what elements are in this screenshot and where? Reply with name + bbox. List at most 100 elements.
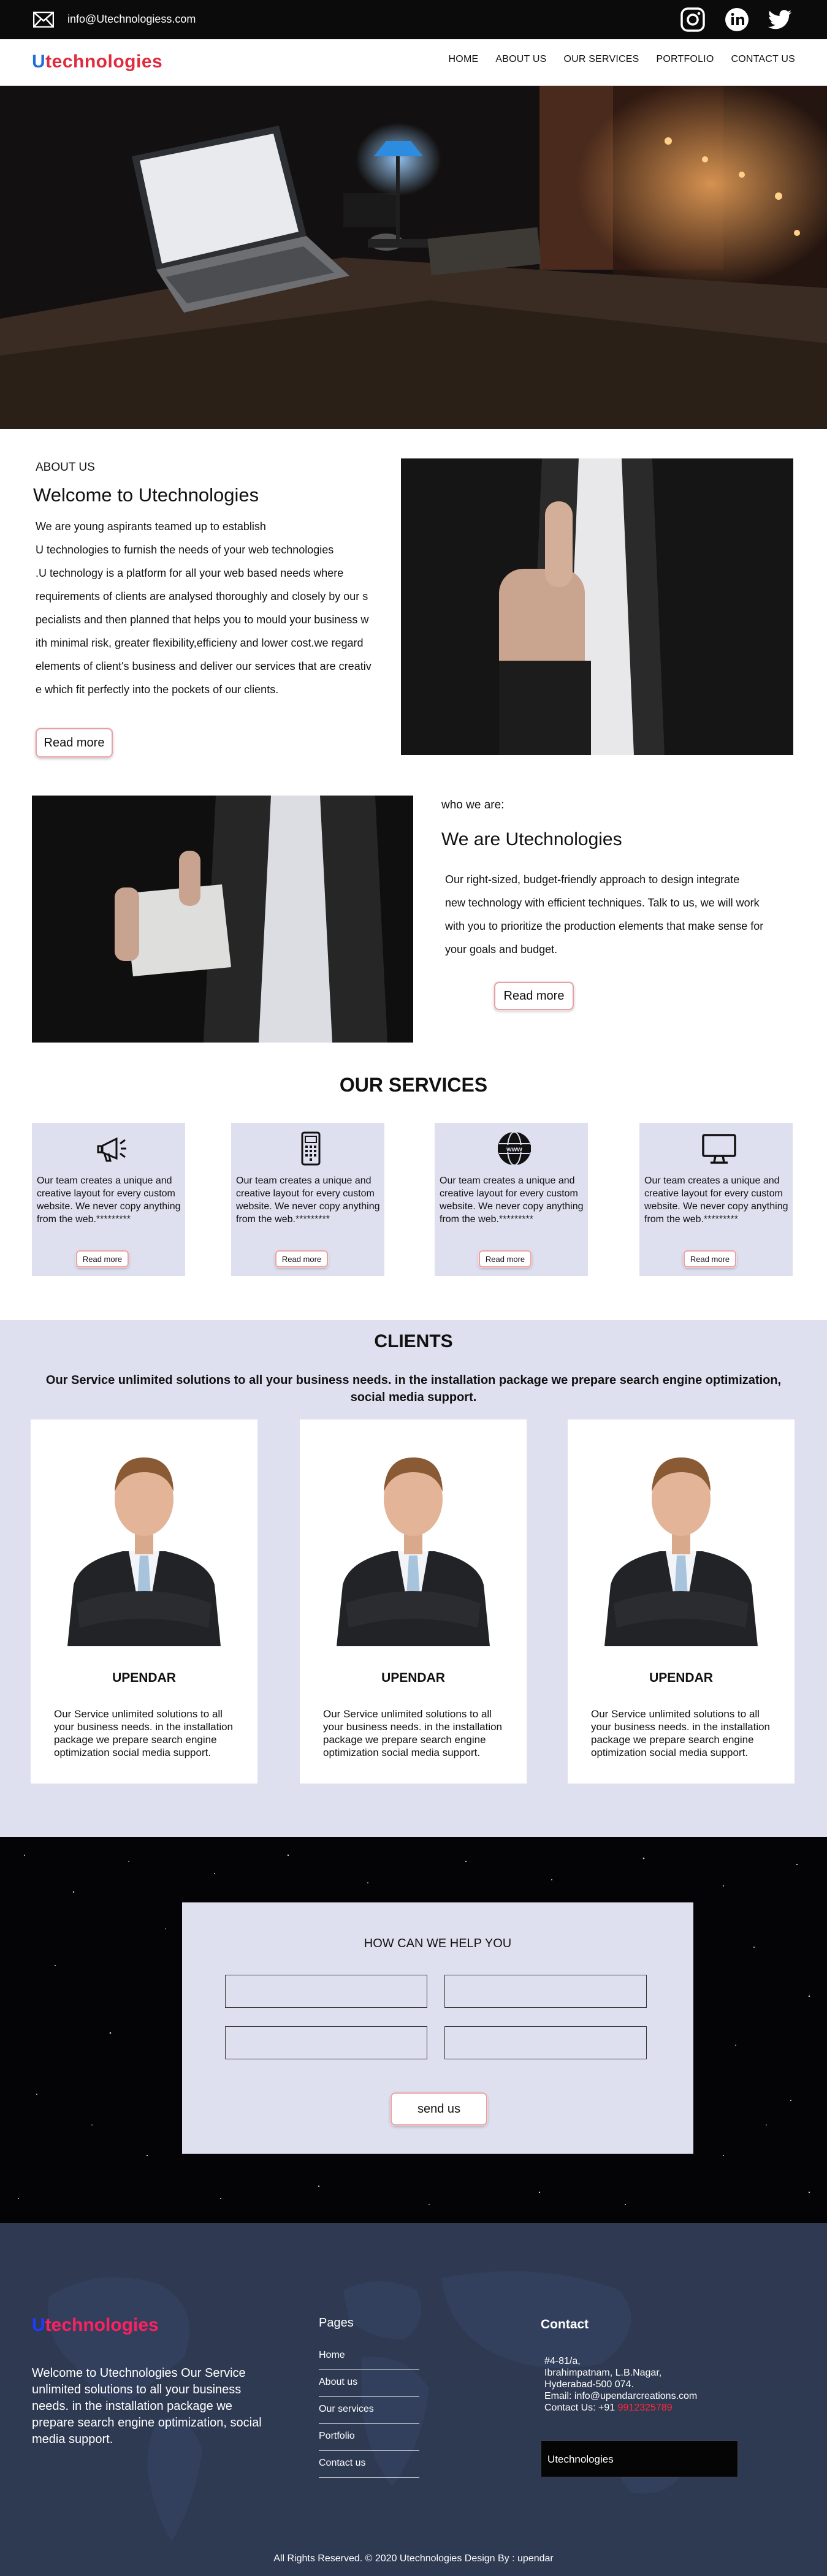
hero-image [0, 86, 827, 429]
who-read-more-button[interactable]: Read more [494, 982, 574, 1010]
send-us-button[interactable]: send us [391, 2092, 487, 2126]
phone-number[interactable]: 9912325789 [618, 2403, 673, 2413]
www-globe-icon: www [498, 1131, 531, 1166]
service-text: Our team creates a unique and creative l… [236, 1176, 380, 1225]
address-line: Ibrahimpatnam, L.B.Nagar, [544, 2368, 662, 2378]
mobile-keypad-icon [301, 1131, 321, 1166]
form-field-2[interactable] [444, 1975, 647, 2008]
clients-subtitle: Our Service unlimited solutions to all y… [45, 1373, 782, 1404]
client-photo [31, 1419, 257, 1646]
about-title: Welcome to Utechnologies [33, 484, 259, 506]
contact-email[interactable]: info@Utechnologiess.com [67, 13, 196, 26]
footer-links: Home About us Our services Portfolio Con… [319, 2343, 419, 2478]
nav-portfolio[interactable]: PORTFOLIO [657, 54, 714, 65]
footer-contact-title: Contact [541, 2317, 589, 2331]
nav-menu: HOME ABOUT US OUR SERVICES PORTFOLIO CON… [449, 54, 795, 65]
footer-email[interactable]: Email: info@upendarcreations.com [544, 2390, 747, 2402]
footer-about-text: Welcome to Utechnologies Our Service unl… [32, 2366, 262, 2446]
client-card: UPENDAR Our Service unlimited solutions … [300, 1419, 527, 1784]
footer-link-about-us[interactable]: About us [319, 2370, 419, 2397]
logo-text: technologies [45, 51, 163, 72]
service-card: Our team creates a unique and creative l… [639, 1123, 793, 1276]
thumbs-up-photo [401, 458, 793, 755]
who-line: with you to prioritize the production el… [445, 920, 764, 932]
monitor-icon [702, 1134, 736, 1164]
hero-desk-laptop-illustration [0, 86, 827, 429]
client-description: Our Service unlimited solutions to all y… [54, 1708, 234, 1758]
about-line: .U technology is a platform for all your… [36, 567, 344, 579]
clients-title: CLIENTS [374, 1331, 453, 1351]
service-card: Our team creates a unique and creative l… [32, 1123, 185, 1276]
form-field-3[interactable] [225, 2026, 427, 2059]
about-line: requirements of clients are analysed tho… [36, 590, 368, 602]
footer-phone: Contact Us: +91 9912325789 [544, 2402, 747, 2414]
business-card-photo [32, 796, 413, 1043]
top-bar: info@Utechnologiess.com [0, 0, 827, 39]
about-line: elements of client's business and delive… [36, 660, 372, 672]
service-read-more-button[interactable]: Read more [76, 1250, 129, 1267]
services-title: OUR SERVICES [339, 1074, 488, 1096]
phone-label: Contact Us: +91 [544, 2403, 618, 2413]
footer-pages-title: Pages [319, 2316, 354, 2330]
footer-logo-letter-u: U [32, 2315, 45, 2335]
main-navbar: Utechnologies HOME ABOUT US OUR SERVICES… [0, 39, 827, 86]
client-name: UPENDAR [112, 1671, 176, 1685]
client-card: UPENDAR Our Service unlimited solutions … [568, 1419, 795, 1784]
about-line: U technologies to furnish the needs of y… [36, 544, 334, 556]
client-photo [300, 1419, 527, 1646]
form-field-1[interactable] [225, 1975, 427, 2008]
address-line: Hyderabad-500 074. [544, 2379, 634, 2390]
mail-icon [33, 12, 54, 28]
footer-link-portfolio[interactable]: Portfolio [319, 2424, 419, 2451]
footer-logo-text: technologies [45, 2315, 159, 2335]
client-description: Our Service unlimited solutions to all y… [323, 1708, 503, 1758]
service-text: Our team creates a unique and creative l… [644, 1176, 788, 1225]
who-line: Our right-sized, budget-friendly approac… [445, 873, 740, 886]
twitter-icon[interactable] [766, 6, 793, 33]
about-label: ABOUT US [36, 461, 95, 474]
who-line: new technology with efficient techniques… [445, 897, 760, 909]
footer-address: #4-81/a, Ibrahimpatnam, L.B.Nagar, Hyder… [544, 2344, 747, 2414]
service-read-more-button[interactable]: Read more [479, 1250, 532, 1267]
client-name: UPENDAR [649, 1671, 713, 1685]
who-we-are-label: who we are: [441, 799, 505, 811]
about-line: ith minimal risk, greater flexibility,ef… [36, 637, 364, 649]
service-read-more-button[interactable]: Read more [275, 1250, 328, 1267]
form-field-4[interactable] [444, 2026, 647, 2059]
about-line: We are young aspirants teamed up to esta… [36, 520, 266, 533]
nav-contact-us[interactable]: CONTACT US [731, 54, 795, 65]
client-description: Our Service unlimited solutions to all y… [591, 1708, 771, 1758]
client-name: UPENDAR [381, 1671, 445, 1685]
service-card: Our team creates a unique and creative l… [231, 1123, 384, 1276]
megaphone-icon [97, 1137, 126, 1162]
client-photo [568, 1419, 795, 1646]
linkedin-icon[interactable] [723, 6, 750, 33]
who-line: your goals and budget. [445, 943, 558, 956]
instagram-icon[interactable] [679, 6, 706, 33]
brand-logo[interactable]: Utechnologies [32, 51, 162, 72]
footer-link-home[interactable]: Home [319, 2343, 419, 2370]
copyright-text: All Rights Reserved. © 2020 Utechnologie… [273, 2553, 554, 2564]
footer-logo[interactable]: Utechnologies [32, 2315, 159, 2336]
nav-about-us[interactable]: ABOUT US [495, 54, 546, 65]
service-card: www Our team creates a unique and creati… [435, 1123, 588, 1276]
about-text: We are young aspirants teamed up to esta… [36, 515, 385, 701]
svg-text:www: www [506, 1146, 522, 1153]
service-read-more-button[interactable]: Read more [684, 1250, 736, 1267]
service-text: Our team creates a unique and creative l… [37, 1176, 181, 1225]
footer-link-our-services[interactable]: Our services [319, 2397, 419, 2424]
about-line: pecialists and then planned that helps y… [36, 614, 369, 626]
about-read-more-button[interactable]: Read more [36, 728, 113, 758]
nav-home[interactable]: HOME [449, 54, 479, 65]
address-line: #4-81/a, [544, 2356, 581, 2366]
footer-red-highlight-line [544, 2344, 747, 2355]
who-text: Our right-sized, budget-friendly approac… [445, 868, 795, 961]
nav-our-services[interactable]: OUR SERVICES [563, 54, 639, 65]
service-text: Our team creates a unique and creative l… [440, 1176, 584, 1225]
form-title: HOW CAN WE HELP YOU [364, 1937, 512, 1950]
footer-brand-box: Utechnologies [541, 2441, 738, 2477]
footer-link-contact-us[interactable]: Contact us [319, 2451, 419, 2478]
logo-letter-u: U [32, 51, 46, 72]
client-card: UPENDAR Our Service unlimited solutions … [31, 1419, 257, 1784]
who-title: We are Utechnologies [441, 829, 622, 849]
